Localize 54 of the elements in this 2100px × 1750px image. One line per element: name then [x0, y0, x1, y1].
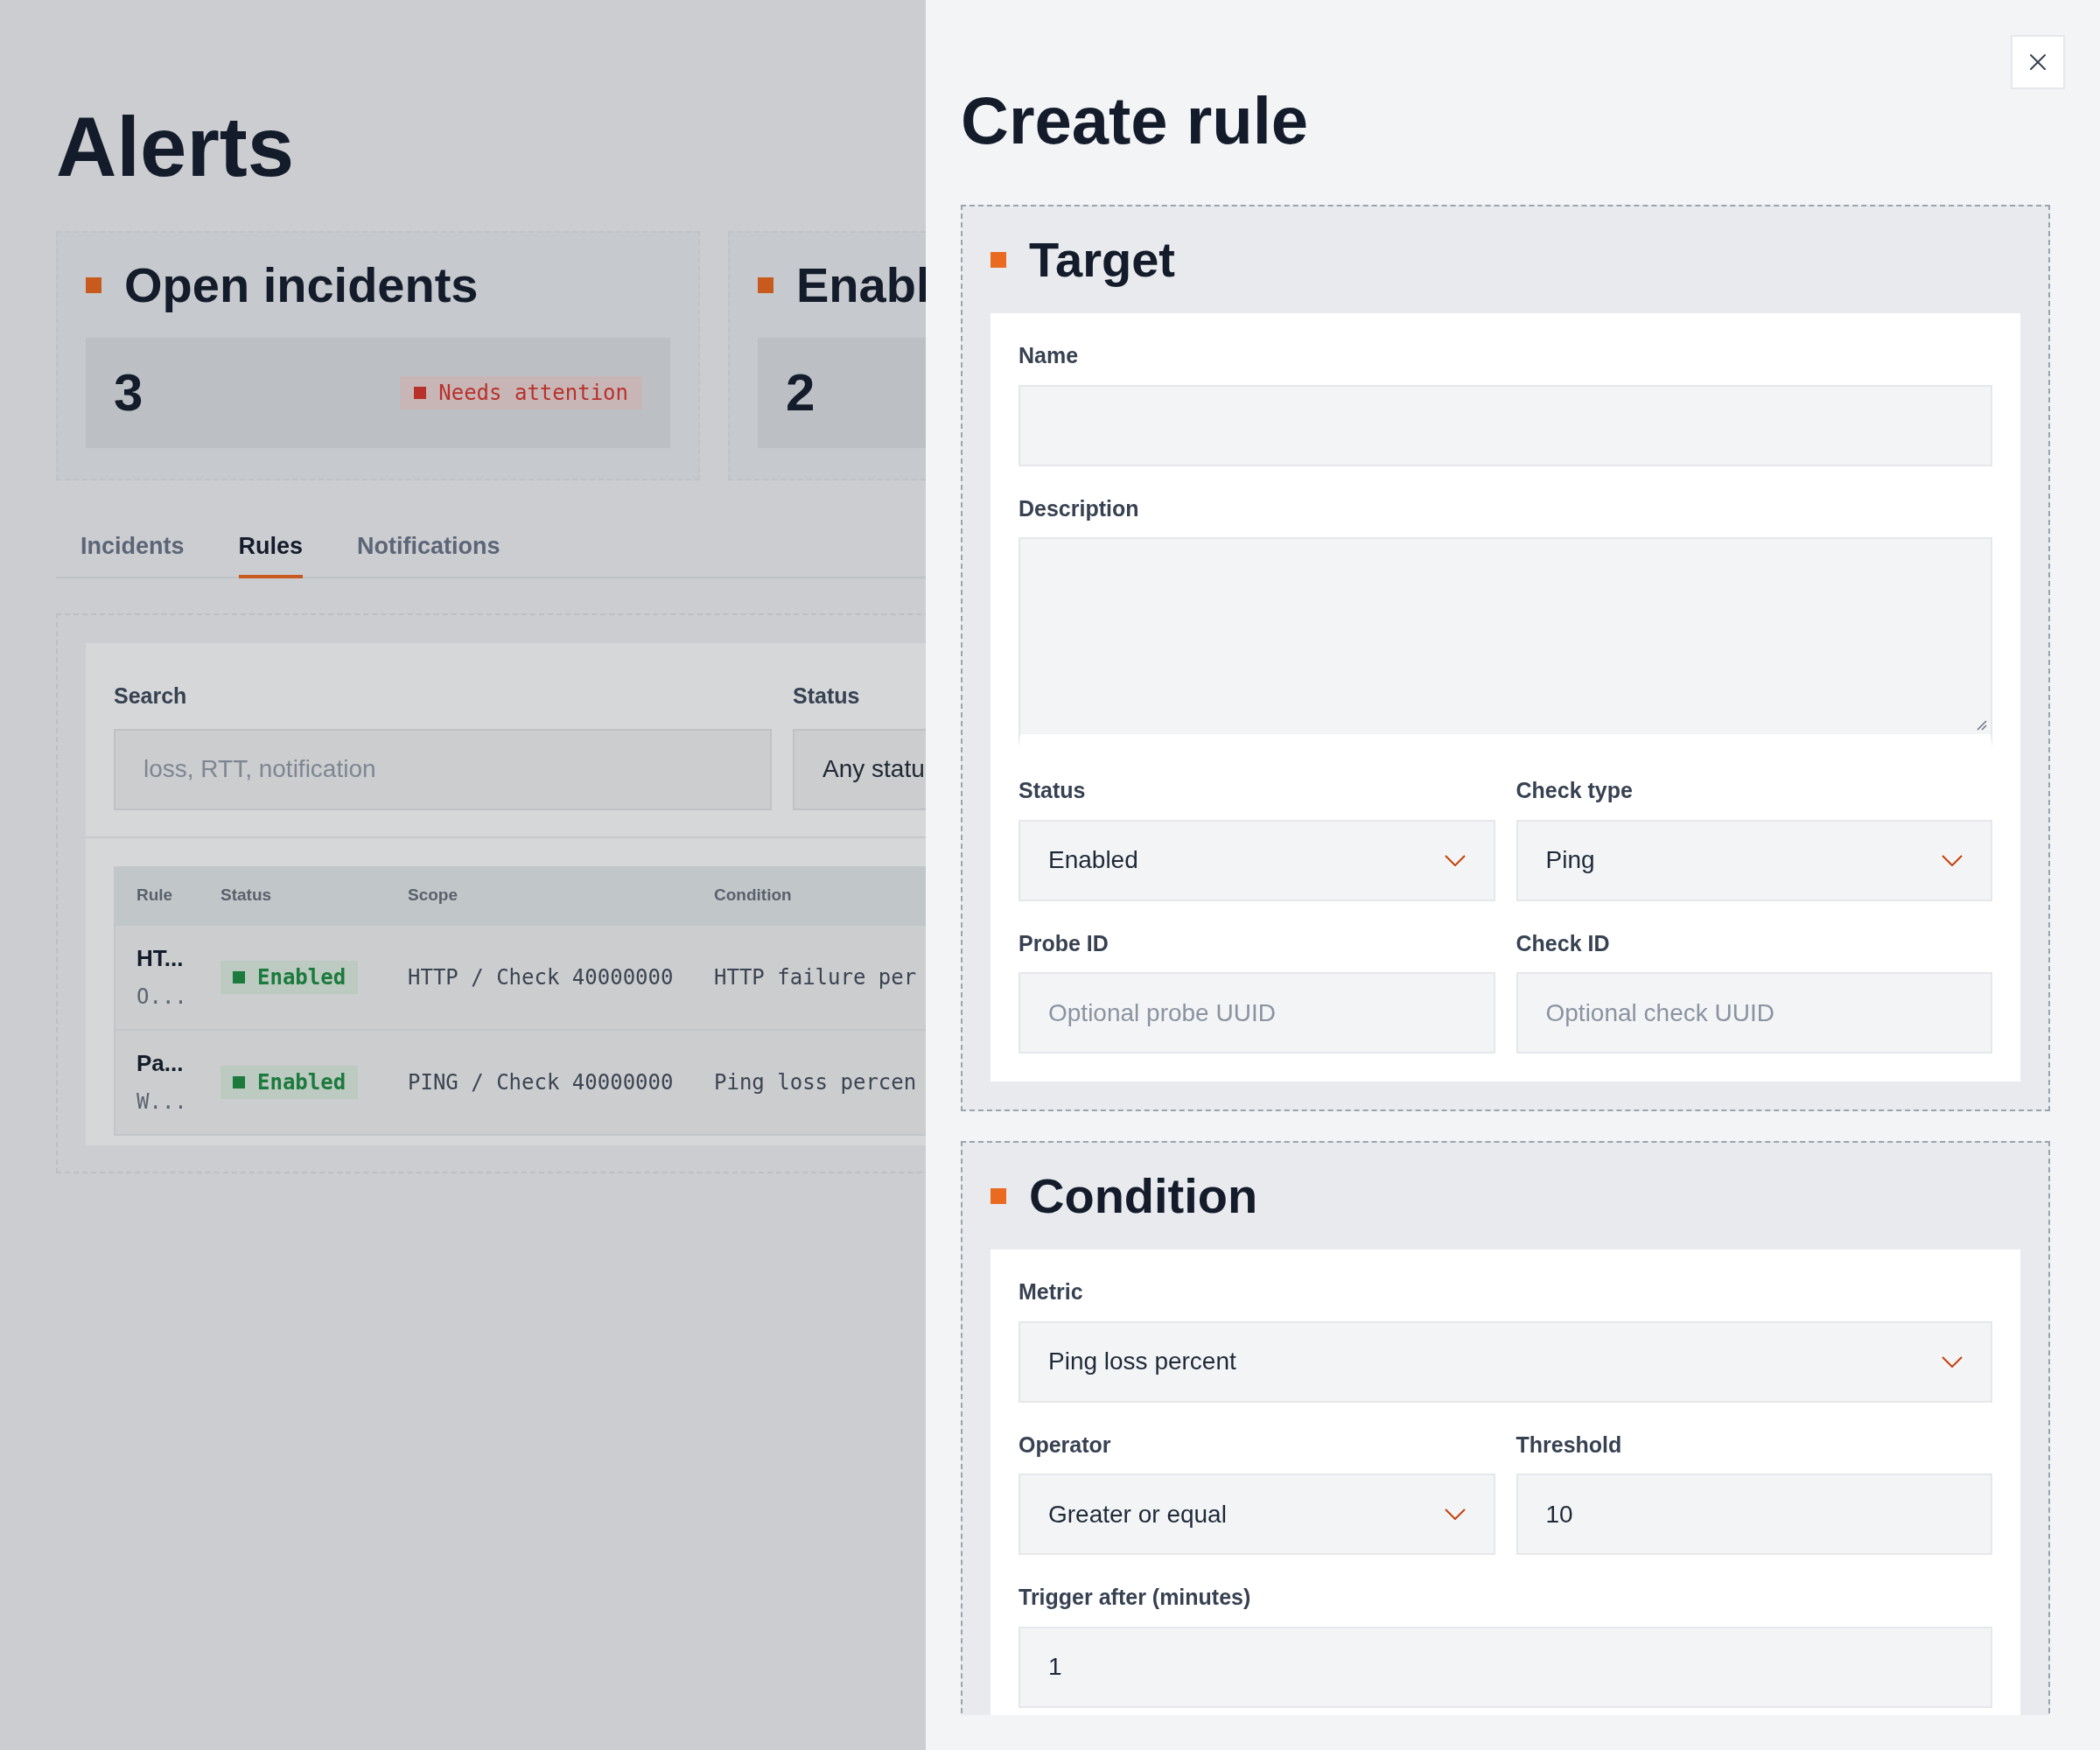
select-field[interactable]: Any statu [793, 728, 926, 810]
rule-note: W... [136, 1088, 188, 1116]
field-label: Probe ID [1018, 929, 1110, 957]
select-field[interactable]: Enabled [1018, 819, 1495, 901]
tab[interactable]: Notifications [357, 517, 500, 578]
rule-name: HT... [136, 944, 185, 973]
input-field[interactable]: 10 [1516, 1474, 1992, 1555]
field-label: Status [793, 682, 861, 710]
stat-value: 2 [786, 362, 816, 424]
text-area[interactable] [1018, 537, 1992, 748]
field-label: Operator [1018, 1431, 1112, 1459]
status-badge: Enabled [220, 1065, 359, 1099]
input-field[interactable] [1018, 384, 1992, 466]
field-label: Description [1018, 494, 1140, 522]
square-bullet-icon [990, 1188, 1006, 1204]
chevron-down-icon [1444, 1508, 1466, 1520]
column-header: Status [220, 885, 273, 906]
table-cell-text: HTTP / Check 40000000 [407, 963, 675, 991]
field-label: Search [114, 682, 188, 710]
field-label: Metric [1018, 1278, 1084, 1306]
rule-note: O... [136, 984, 188, 1011]
table-cell-text: PING / Check 40000000 [407, 1068, 675, 1096]
field-label: Trigger after (minutes) [1018, 1584, 1252, 1611]
select-field[interactable]: Ping [1516, 819, 1992, 901]
field-label: Name [1018, 342, 1080, 369]
table-cell-text: Ping loss percen [713, 1068, 917, 1096]
field-label: Check type [1516, 777, 1634, 804]
stat-value: 3 [114, 362, 144, 424]
table-cell-text: HTTP failure per [713, 963, 917, 991]
rule-name: Pa... [136, 1049, 185, 1078]
chevron-down-icon [1942, 1355, 1963, 1368]
input-field[interactable]: 1 [1018, 1626, 1992, 1708]
column-header: Condition [713, 885, 792, 906]
chevron-down-icon [1942, 854, 1963, 866]
status-badge: Enabled [220, 960, 359, 994]
select-field[interactable]: Greater or equal [1018, 1474, 1495, 1555]
column-header: Scope [407, 885, 459, 906]
select-field[interactable]: Ping loss percent [1018, 1320, 1992, 1403]
section-title: Condition [1029, 1172, 1258, 1221]
square-bullet-icon [990, 252, 1006, 268]
drawer-title: Create rule [961, 88, 1310, 154]
square-bullet-icon [758, 277, 774, 293]
field-label: Status [1018, 777, 1087, 804]
close-button[interactable] [2011, 35, 2065, 89]
tab[interactable]: Rules [238, 517, 304, 578]
field-label: Check ID [1516, 929, 1611, 957]
square-bullet-icon [86, 277, 102, 293]
card-title: Open incidents [124, 256, 479, 314]
column-header: Rule [136, 885, 174, 906]
status-badge: Needs attention [400, 376, 642, 410]
tab[interactable]: Incidents [80, 517, 185, 578]
field-label: Threshold [1516, 1431, 1623, 1459]
page-title: Alerts [56, 105, 296, 189]
chevron-down-icon [1444, 854, 1466, 866]
